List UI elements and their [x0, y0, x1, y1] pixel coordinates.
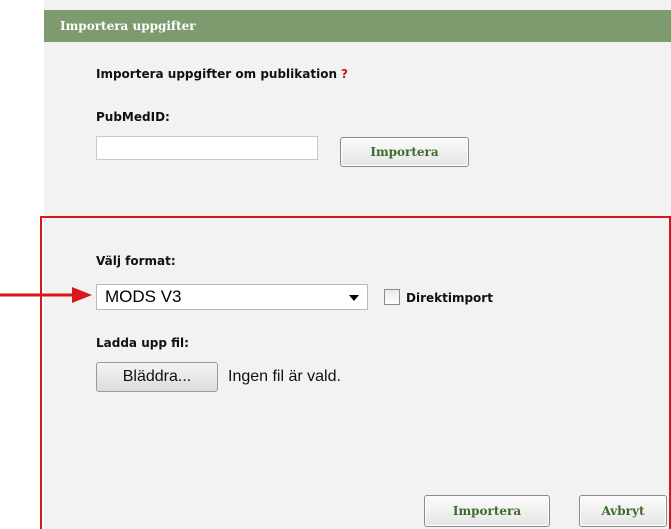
import-button[interactable]: Importera — [424, 495, 550, 527]
direct-import-checkbox[interactable] — [384, 289, 400, 305]
pubmed-heading: Importera uppgifter om publikation? — [96, 67, 348, 81]
pubmedid-input[interactable] — [96, 136, 318, 160]
upload-label: Ladda upp fil: — [96, 336, 189, 350]
format-label: Välj format: — [96, 254, 176, 268]
cancel-button[interactable]: Avbryt — [579, 495, 667, 527]
pubmed-heading-text: Importera uppgifter om publikation — [96, 67, 337, 81]
dialog-title: Importera uppgifter — [44, 10, 671, 42]
browse-button[interactable]: Bläddra... — [96, 362, 218, 392]
direct-import-label: Direktimport — [406, 291, 493, 305]
no-file-text: Ingen fil är vald. — [228, 368, 341, 385]
annotation-arrow-icon — [0, 287, 92, 303]
pubmed-import-button[interactable]: Importera — [340, 137, 469, 167]
format-selected-value: MODS V3 — [105, 287, 182, 306]
chevron-down-icon — [349, 295, 359, 301]
help-icon[interactable]: ? — [341, 67, 348, 81]
format-select[interactable]: MODS V3 — [96, 284, 368, 310]
pubmedid-label: PubMedID: — [96, 110, 170, 124]
